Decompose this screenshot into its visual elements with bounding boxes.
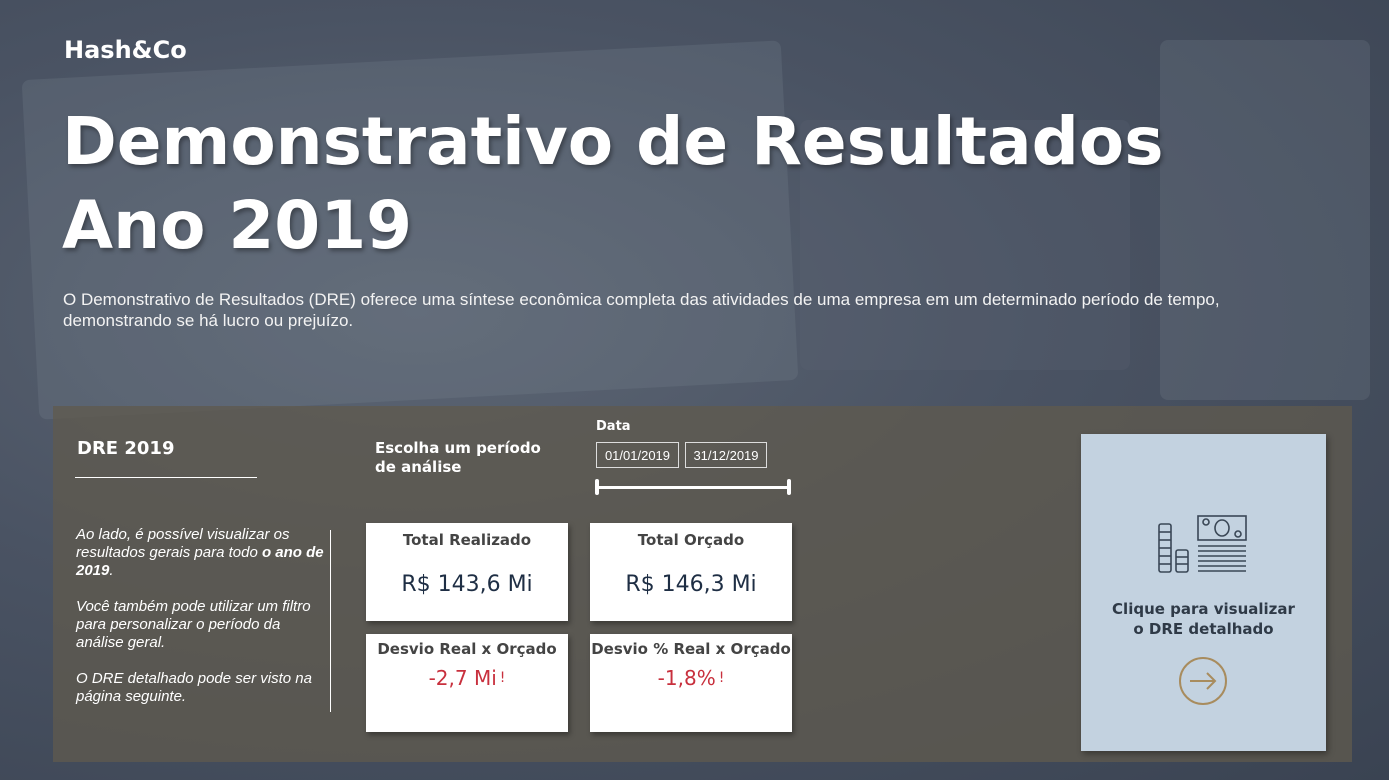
kpi-card-desvio-percent: Desvio % Real x Orçado -1,8%! — [590, 634, 792, 732]
date-range-end-handle[interactable] — [787, 479, 791, 495]
date-end-input[interactable]: 31/12/2019 — [685, 442, 767, 468]
warning-flag-icon: ! — [718, 670, 725, 686]
nav-card-label-line1: Clique para visualizar — [1112, 600, 1295, 618]
dre-paragraph-3: O DRE detalhado pode ser visto na página… — [76, 670, 312, 705]
dre-paragraph-1: Ao lado, é possível visualizar os result… — [76, 526, 324, 580]
kpi-value-negative: -2,7 Mi! — [366, 666, 568, 690]
filter-prompt: Escolha um período de análise — [375, 439, 541, 476]
dre-paragraph-1-end: . — [109, 562, 114, 579]
kpi-card-desvio: Desvio Real x Orçado -2,7 Mi! — [366, 634, 568, 732]
kpi-value: R$ 146,3 Mi — [625, 572, 757, 597]
page-title-line1: Demonstrativo de Resultados — [62, 103, 1164, 180]
kpi-card-total-realizado: Total Realizado R$ 143,6 Mi — [366, 523, 568, 621]
date-filter-label: Data — [596, 419, 631, 434]
money-stack-icon — [1158, 515, 1247, 573]
date-range-start-handle[interactable] — [595, 479, 599, 495]
warning-flag-icon: ! — [499, 670, 506, 686]
detailed-dre-nav-card[interactable]: Clique para visualizar o DRE detalhado — [1081, 434, 1326, 751]
divider — [75, 477, 257, 478]
kpi-value-negative: -1,8%! — [590, 666, 792, 690]
background-blur-shape — [1160, 40, 1370, 400]
date-range-slider-track[interactable] — [597, 486, 789, 489]
brand-logo-text: Hash&Co — [64, 36, 187, 64]
intro-text: O Demonstrativo de Resultados (DRE) ofer… — [63, 290, 1220, 330]
nav-card-label-line2: o DRE detalhado — [1133, 620, 1274, 638]
arrow-right-circle-icon[interactable] — [1178, 656, 1228, 706]
page-title-line2: Ano 2019 — [62, 187, 413, 264]
dre-description: Ao lado, é possível visualizar os result… — [76, 526, 324, 724]
kpi-value-text: -1,8% — [657, 666, 716, 690]
dre-heading: DRE 2019 — [77, 438, 175, 459]
kpi-title: Desvio Real x Orçado — [377, 640, 557, 658]
kpi-title: Desvio % Real x Orçado — [591, 640, 791, 658]
kpi-value-text: -2,7 Mi — [428, 666, 497, 690]
vertical-divider — [330, 530, 331, 712]
page-title: Demonstrativo de Resultados Ano 2019 — [62, 100, 1164, 268]
date-start-input[interactable]: 01/01/2019 — [596, 442, 679, 468]
kpi-card-total-orcado: Total Orçado R$ 146,3 Mi — [590, 523, 792, 621]
kpi-value: R$ 143,6 Mi — [401, 572, 533, 597]
dre-paragraph-2: Você também pode utilizar um filtro para… — [76, 598, 311, 651]
dre-paragraph-1-text: Ao lado, é possível visualizar os result… — [76, 526, 290, 561]
kpi-title: Total Realizado — [402, 531, 532, 549]
nav-card-label: Clique para visualizar o DRE detalhado — [1081, 599, 1326, 639]
kpi-title: Total Orçado — [637, 531, 745, 549]
